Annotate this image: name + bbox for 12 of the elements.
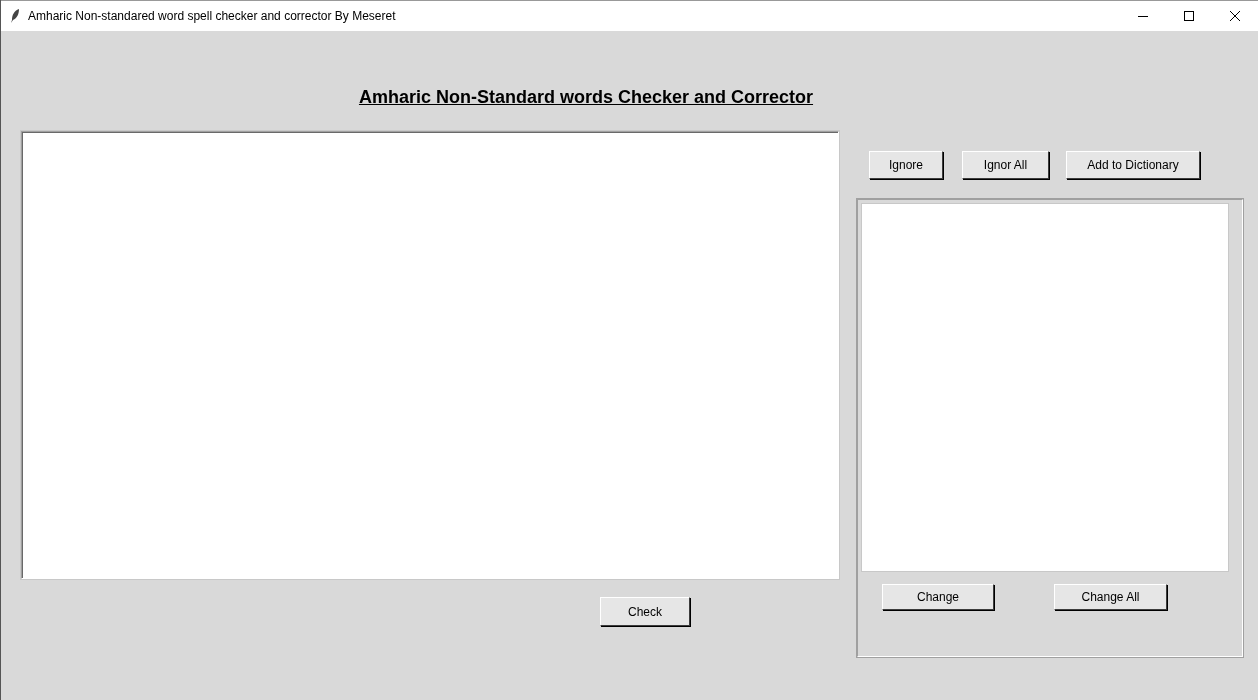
change-button[interactable]: Change [882, 584, 994, 610]
page-heading: Amharic Non-Standard words Checker and Corrector [357, 86, 815, 109]
feather-icon [11, 9, 20, 23]
toolbar-button[interactable]: Ignor All [962, 151, 1049, 179]
text-input-area[interactable] [21, 131, 839, 579]
toolbar-button[interactable]: Ignore [869, 151, 943, 179]
maximize-icon[interactable] [1184, 11, 1194, 21]
check-button[interactable]: Check [600, 597, 690, 626]
window-title: Amharic Non-standared word spell checker and corrector By Meseret [28, 9, 397, 23]
close-icon[interactable] [1230, 11, 1240, 21]
change-button[interactable]: Change All [1054, 584, 1167, 610]
toolbar-button[interactable]: Add to Dictionary [1066, 151, 1200, 179]
